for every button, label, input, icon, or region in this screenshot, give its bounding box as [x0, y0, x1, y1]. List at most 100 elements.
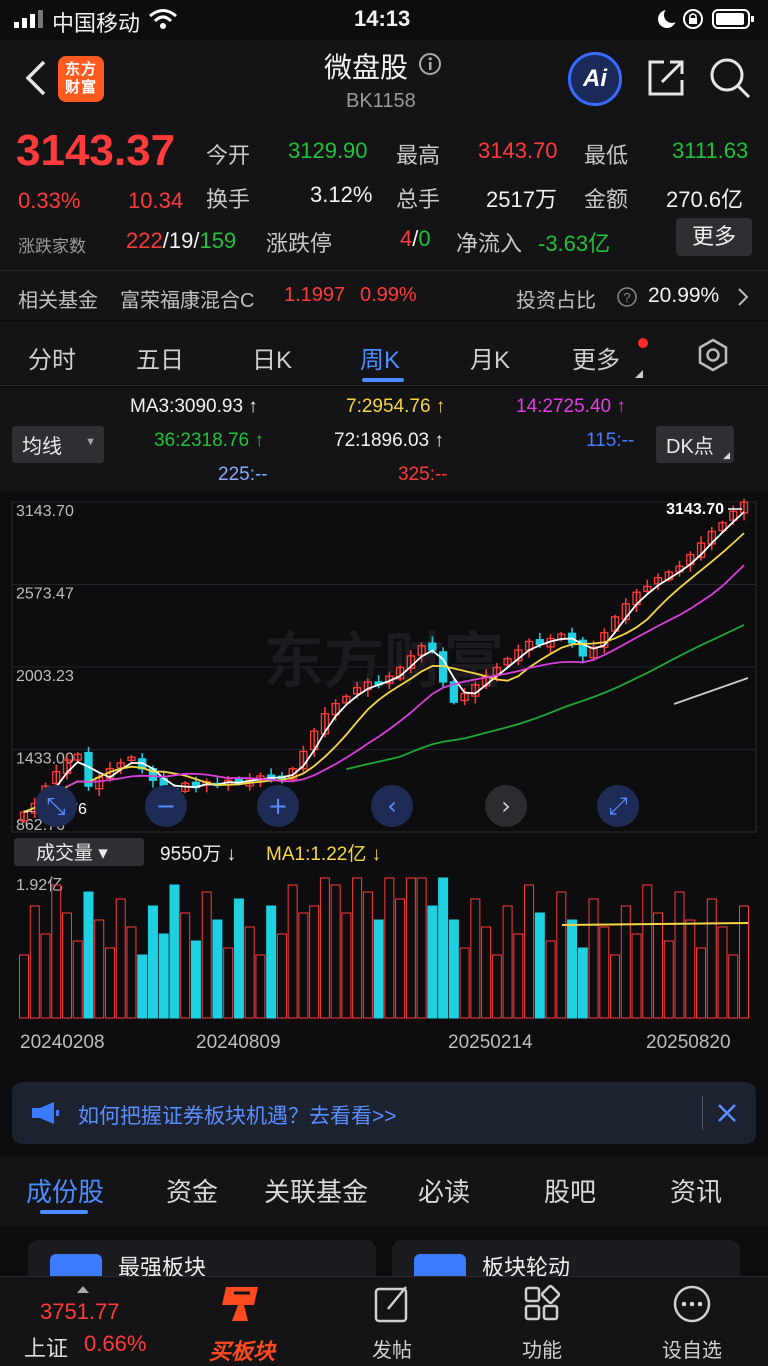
search-icon[interactable]: [708, 56, 752, 105]
ma72-line: [673, 677, 749, 705]
crosshair-button[interactable]: ⤡: [35, 785, 77, 827]
tab-news[interactable]: 资讯: [670, 1172, 722, 1209]
volume-bar: [685, 919, 696, 1019]
notice-text[interactable]: 如何把握证券板块机遇？去看看>>: [78, 1100, 397, 1130]
volume-bar: [190, 940, 201, 1019]
open-label: 今开: [206, 143, 251, 168]
section-tab-indicator: [40, 1210, 88, 1214]
chevron-right-icon[interactable]: [736, 286, 750, 313]
ma14-value: 14:2725.40 ↑: [516, 396, 626, 417]
invest-label: 投资占比: [516, 290, 596, 312]
wifi-icon: [148, 8, 178, 35]
close-icon[interactable]: [716, 1102, 738, 1129]
volume-bar: [373, 919, 384, 1019]
tab-related-funds[interactable]: 关联基金: [264, 1172, 368, 1209]
zoom-out-button[interactable]: −: [145, 785, 187, 827]
card-title: 板块轮动: [482, 1255, 571, 1276]
prev-button[interactable]: ‹: [371, 785, 413, 827]
y-tick-label: 1433.00: [16, 750, 74, 767]
tab-weekly-k[interactable]: 周K: [360, 340, 400, 375]
fund-name[interactable]: 富荣福康混合C: [120, 284, 254, 313]
tab-forum[interactable]: 股吧: [544, 1172, 596, 1209]
share-icon[interactable]: [646, 58, 686, 103]
ma225-value: 225:--: [218, 464, 268, 485]
ai-button[interactable]: Ai: [568, 52, 622, 106]
ma-dropdown[interactable]: 均线 ▼: [12, 426, 104, 463]
help-icon[interactable]: ?: [616, 286, 638, 313]
index-pct[interactable]: 0.66%: [84, 1331, 146, 1357]
volume-bar: [706, 898, 717, 1019]
tab-capital[interactable]: 资金: [166, 1172, 218, 1209]
tab-constituents[interactable]: 成份股: [26, 1172, 104, 1209]
expand-up-icon[interactable]: [76, 1281, 90, 1299]
ma-panel: MA3:3090.93 ↑ 7:2954.76 ↑ 14:2725.40 ↑ 均…: [0, 388, 768, 492]
fund-label: 相关基金: [18, 290, 98, 312]
strongest-sector-card[interactable]: 最强板块: [28, 1240, 376, 1276]
watchlist-button[interactable]: 设自选: [632, 1283, 752, 1363]
kline-chart[interactable]: 东方财富 3143.70 2573.47 2003.23 1433.00 862.76 31…: [0, 492, 768, 1072]
turnover-value: 3.12%: [310, 182, 373, 207]
next-icon: ›: [501, 792, 511, 820]
volume-bar: [276, 933, 287, 1019]
limit-values: 4/0: [400, 226, 431, 251]
tab-more[interactable]: 更多: [572, 340, 620, 375]
volume-bar: [180, 912, 191, 1019]
tab-daily-k[interactable]: 日K: [252, 340, 292, 375]
tab-monthly-k[interactable]: 月K: [470, 340, 510, 375]
volume-bar: [728, 954, 739, 1019]
more-quote-button[interactable]: 更多: [676, 218, 752, 256]
volume-bar: [137, 954, 148, 1019]
last-price: 3143.37: [16, 126, 176, 175]
settings-icon[interactable]: [696, 338, 730, 377]
volume-bar: [83, 891, 94, 1019]
tab-intraday[interactable]: 分时: [28, 340, 76, 375]
volume-bar: [502, 905, 513, 1019]
status-bar: 中国移动 14:13: [0, 0, 768, 40]
volume-bar: [663, 940, 674, 1019]
volume-dropdown-label: 成交量 ▾: [36, 842, 108, 864]
post-button[interactable]: 发帖: [332, 1283, 452, 1363]
info-icon[interactable]: [418, 52, 442, 81]
back-arrow-icon[interactable]: [22, 58, 48, 103]
volume-bar: [405, 877, 416, 1019]
y-tick-label: 2003.23: [16, 668, 74, 685]
volume-dropdown[interactable]: 成交量 ▾: [14, 838, 144, 866]
y-tick-label: 3143.70: [16, 503, 74, 520]
amount-value: 270.6亿: [666, 187, 744, 212]
volume-label: 总手: [396, 187, 441, 212]
index-value[interactable]: 3751.77: [40, 1299, 120, 1325]
volume-bar: [104, 947, 115, 1019]
volume-bar: [287, 884, 298, 1019]
notice-banner[interactable]: 如何把握证券板块机遇？去看看>>: [12, 1082, 756, 1144]
breadth-values: 222/19/159: [126, 228, 237, 253]
feature-cards: 最强板块 板块轮动: [0, 1226, 768, 1276]
tab-five-day[interactable]: 五日: [136, 340, 184, 375]
battery-icon: [712, 8, 756, 35]
next-button[interactable]: ›: [485, 785, 527, 827]
buy-sector-button[interactable]: 买板块: [182, 1283, 302, 1366]
fullscreen-button[interactable]: ⤢: [597, 785, 639, 827]
sector-rotation-card[interactable]: 板块轮动: [392, 1240, 740, 1276]
dk-button[interactable]: DK点 ◢: [656, 426, 734, 463]
volume-bar: [491, 954, 502, 1019]
volume-bar: [94, 919, 105, 1019]
invest-pct: 20.99%: [648, 284, 720, 307]
volume-bar: [395, 898, 406, 1019]
eastmoney-logo[interactable]: 东方财富: [58, 56, 104, 102]
volume-bar: [223, 947, 234, 1019]
volume-bar: [212, 919, 223, 1019]
functions-button[interactable]: 功能: [482, 1283, 602, 1363]
top-header: 东方财富 微盘股 BK1158 Ai: [0, 40, 768, 120]
edit-icon: [374, 1286, 408, 1323]
signal-icon: [14, 8, 50, 34]
index-name[interactable]: 上证: [24, 1331, 68, 1363]
candle-body: [428, 642, 437, 651]
volume-bar: [567, 919, 578, 1019]
volume-bar: [61, 912, 72, 1019]
kline-chart-svg[interactable]: 东方财富3143.702573.472003.231433.00862.7631…: [0, 492, 768, 1072]
ma7-value: 7:2954.76 ↑: [346, 396, 446, 417]
volume-bar: [448, 919, 459, 1019]
tab-must-read[interactable]: 必读: [418, 1172, 470, 1209]
zoom-in-button[interactable]: +: [257, 785, 299, 827]
fund-pct: 0.99%: [360, 284, 417, 306]
